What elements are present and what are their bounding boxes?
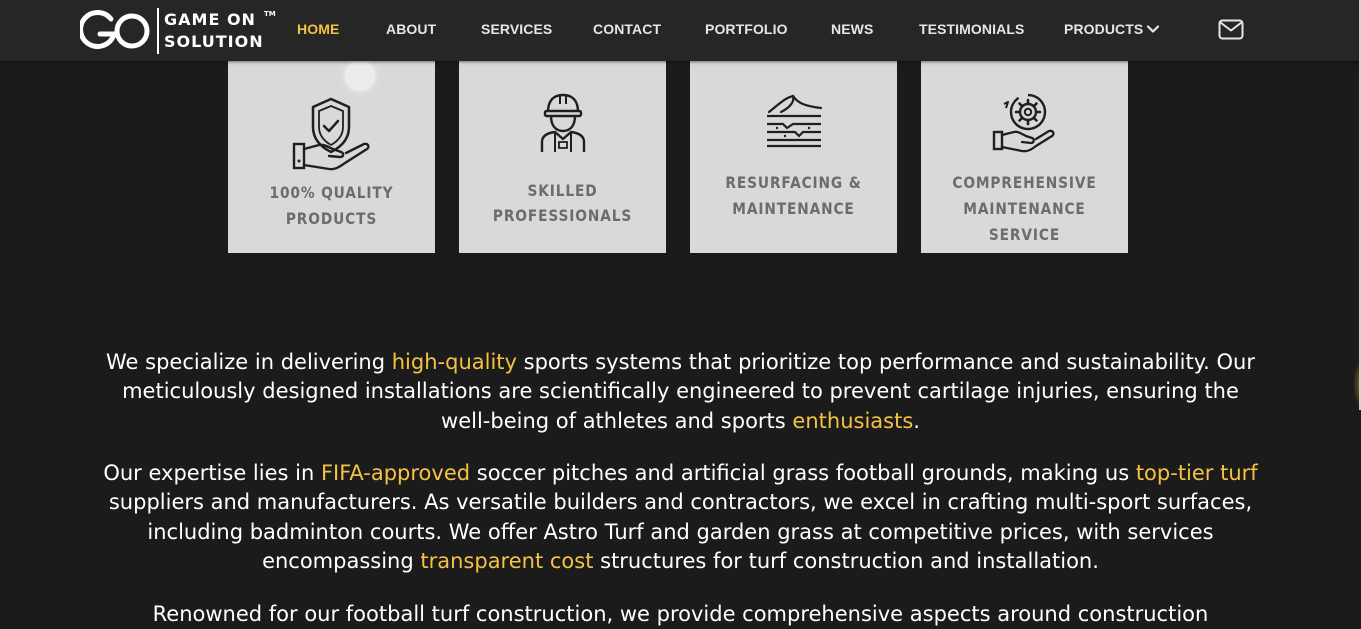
gear-hand-icon (992, 93, 1055, 153)
logo-divider (157, 8, 159, 54)
intro-paragraph: We specialize in delivering high-quality… (100, 348, 1261, 436)
feature-card-quality[interactable]: 100% QUALITY PRODUCTS (228, 61, 435, 253)
highlight-text: transparent cost (420, 548, 594, 573)
nav-testimonials[interactable]: TESTIMONIALS (919, 21, 1024, 37)
construction-paragraph: Renowned for our football turf construct… (100, 600, 1261, 629)
feature-title-line2: PROFESSIONALS (492, 206, 633, 225)
nav-about[interactable]: ABOUT (386, 21, 436, 37)
envelope-icon[interactable] (1218, 19, 1244, 40)
text-span: . (913, 408, 920, 433)
text-span: Our expertise lies in (103, 461, 321, 485)
brand-name-line2: SOLUTION (164, 32, 264, 51)
nav-portfolio[interactable]: PORTFOLIO (705, 21, 788, 37)
feature-title-line1: SKILLED (527, 181, 598, 200)
expertise-paragraph: Our expertise lies in FIFA-approved socc… (100, 459, 1261, 576)
feature-title-line2: PRODUCTS (285, 209, 378, 228)
go-logo-icon (80, 10, 150, 49)
highlight-text: high-quality (391, 350, 517, 374)
nav-services[interactable]: SERVICES (481, 21, 552, 37)
feature-card-maintenance[interactable]: COMPREHENSIVE MAINTENANCE SERVICE (921, 61, 1128, 253)
text-span: soccer pitches and artificial grass foot… (470, 461, 1136, 485)
chevron-down-icon[interactable] (1146, 22, 1160, 36)
brand-logo[interactable]: GAME ON SOLUTION TM (80, 8, 276, 56)
navbar: GAME ON SOLUTION TM HOME ABOUT SERVICES … (0, 0, 1361, 61)
feature-title-line1: COMPREHENSIVE (952, 173, 1097, 192)
highlight-text: top-tier turf (1135, 461, 1258, 485)
text-span: We specialize in delivering (106, 350, 392, 374)
feature-title-line2: MAINTENANCE (732, 199, 855, 218)
resurfacing-layers-icon (766, 94, 822, 148)
text-span: structures for turf construction and ins… (593, 548, 1099, 573)
feature-card-professionals[interactable]: SKILLED PROFESSIONALS (459, 61, 666, 253)
feature-card-resurfacing[interactable]: RESURFACING & MAINTENANCE (690, 61, 897, 253)
feature-title-line2: MAINTENANCE SERVICE (963, 199, 1086, 244)
nav-products[interactable]: PRODUCTS (1064, 21, 1143, 37)
feature-title-line1: RESURFACING & (725, 173, 862, 192)
nav-contact[interactable]: CONTACT (593, 21, 661, 37)
trademark-mark: TM (264, 10, 276, 18)
highlight-text: enthusiasts (792, 408, 914, 433)
worker-helmet-icon (540, 93, 585, 152)
brand-name-line1: GAME ON (164, 10, 256, 29)
nav-home[interactable]: HOME (297, 21, 339, 37)
nav-news[interactable]: NEWS (831, 21, 873, 37)
cursor-indicator (345, 61, 375, 91)
feature-title-line1: 100% QUALITY (269, 183, 394, 202)
text-span: Renowned for our football turf construct… (152, 602, 1209, 626)
quality-shield-hand-icon (292, 97, 370, 171)
highlight-text: FIFA-approved (320, 461, 471, 485)
